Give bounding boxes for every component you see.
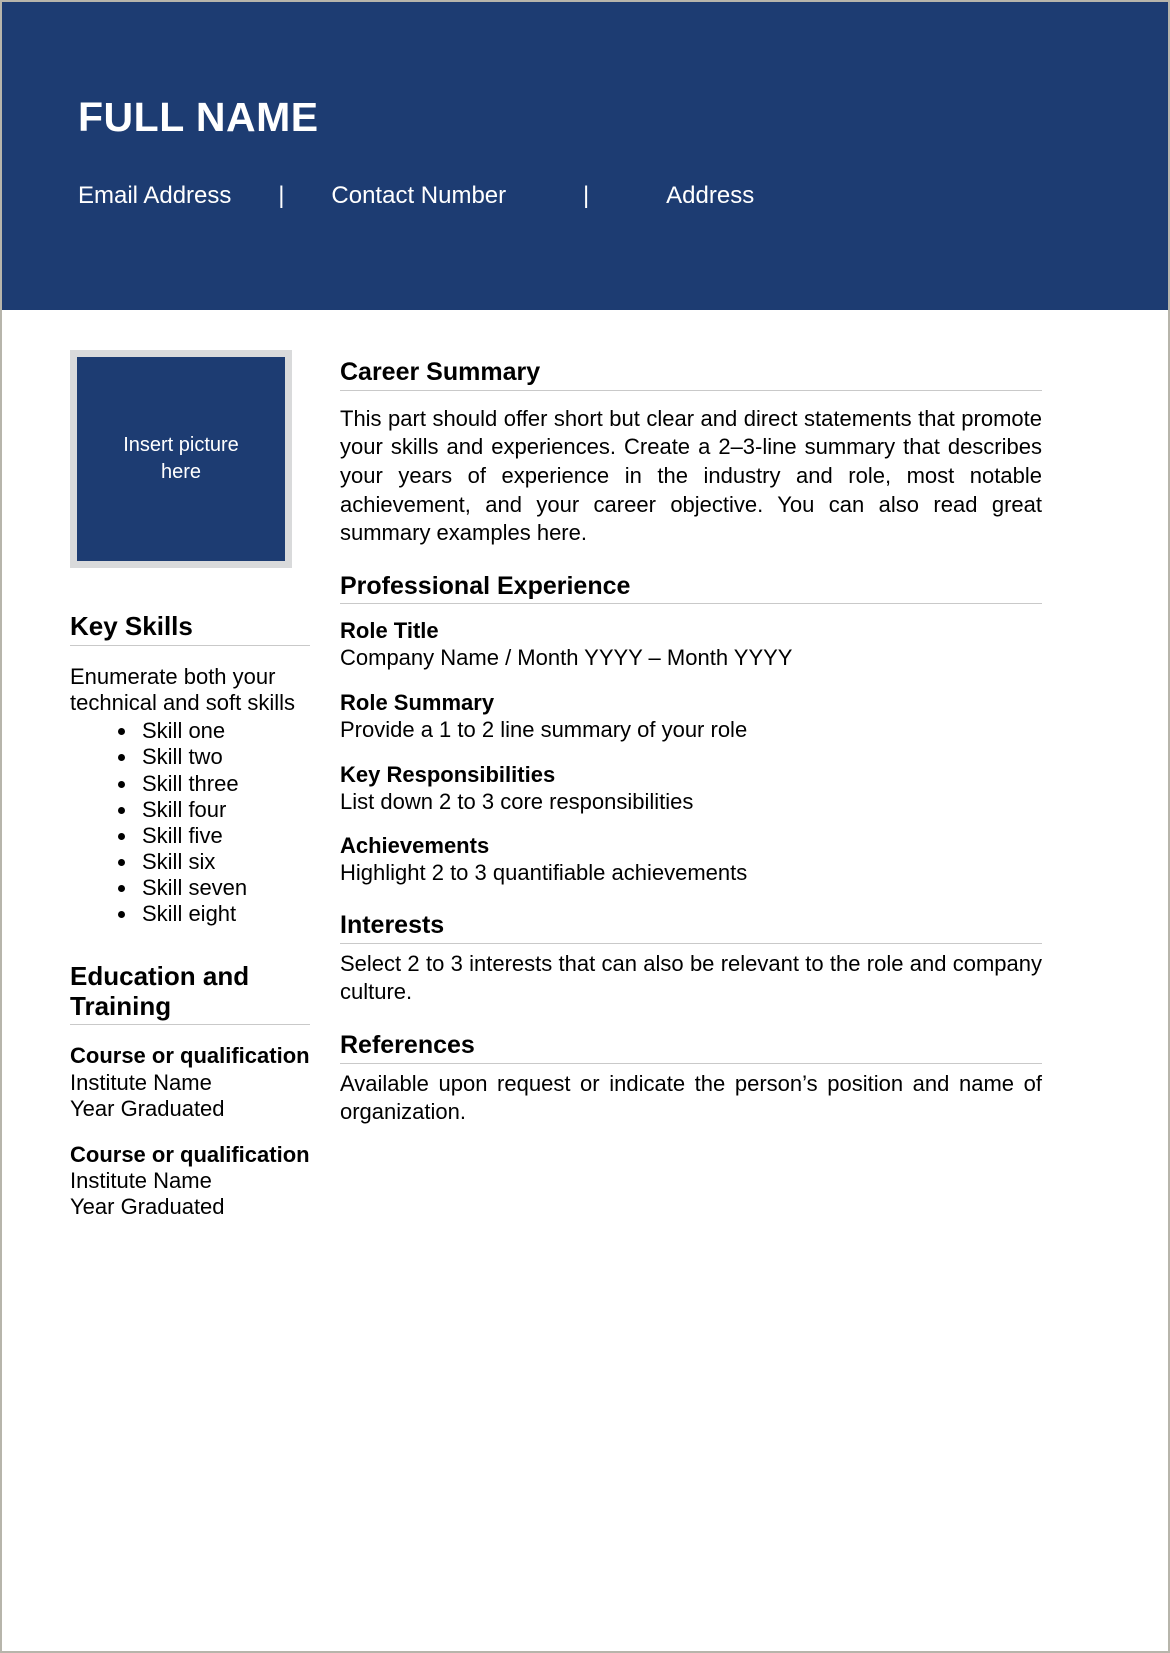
references-body: Available upon request or indicate the p… [340,1070,1042,1125]
email-address-placeholder: Email Address [78,182,232,209]
experience-block-title: Achievements [340,833,490,859]
section-career-summary: Career Summary This part should offer sh… [340,358,1042,548]
experience-block-title: Role Title [340,618,439,644]
list-item: Skill one [138,718,310,744]
interests-body: Select 2 to 3 interests that can also be… [340,950,1042,1005]
photo-label-line-2: here [160,461,201,483]
contact-line: Email Address | Contact Number | Address [78,184,754,208]
list-item: Skill four [138,797,310,823]
list-item: Skill eight [138,901,310,927]
experience-block: Key Responsibilities List down 2 to 3 co… [340,762,1042,816]
resume-page: FULL NAME Email Address | Contact Number | A… [0,0,1170,1653]
professional-experience-heading: Professional Experience [340,572,1042,605]
list-item: Skill three [138,771,310,797]
list-item: Skill two [138,744,310,770]
page-title: FULL NAME [78,94,319,140]
education-course: Course or qualifica­tion [70,1141,310,1167]
section-professional-experience: Professional Experience Role Title Compa… [340,572,1042,887]
key-skills-list: Skill one Skill two Skill three Skill fo… [70,718,310,927]
experience-block-text: Highlight 2 to 3 quantifiable achievemen… [340,860,748,886]
experience-block-title: Key Responsibilities [340,761,556,787]
section-key-skills: Key Skills Enumerate both your technical… [70,611,310,928]
resume-body: Insert picture here Key Skills Enumerate… [2,310,1168,1651]
education-year: Year Graduated [70,1194,225,1220]
career-summary-heading: Career Summary [340,358,1042,391]
experience-block-text: Company Name / Month YYYY – Month YYYY [340,645,793,671]
education-institute: Institute Name [70,1069,212,1095]
education-entry: Course or qualifica­tion Institute Name … [70,1142,310,1221]
section-education-training: Education and Training Course or qualifi… [70,961,310,1221]
interests-heading: Interests [340,911,1042,944]
career-summary-body: This part should offer short but clear a… [340,405,1042,546]
contact-number-placeholder: Contact Number [331,182,507,209]
education-institute: Institute Name [70,1168,212,1194]
section-interests: Interests Select 2 to 3 interests that c… [340,911,1042,1007]
references-heading: References [340,1031,1042,1064]
experience-block: Role Title Company Name / Month YYYY – M… [340,618,1042,672]
photo-label-line-1: Insert picture [123,434,239,456]
education-heading: Education and Training [70,961,310,1026]
right-column: Career Summary This part should offer sh… [340,358,1042,1127]
photo-placeholder[interactable]: Insert picture here [70,350,292,568]
photo-placeholder-label: Insert picture here [123,432,239,486]
key-skills-intro: Enumerate both your technical and soft s… [70,663,295,716]
section-references: References Available upon request or ind… [340,1031,1042,1127]
address-placeholder: Address [666,182,755,209]
list-item: Skill seven [138,875,310,901]
experience-block: Role Summary Provide a 1 to 2 line summa… [340,690,1042,744]
experience-block-text: List down 2 to 3 core responsibilities [340,788,694,814]
list-item: Skill six [138,849,310,875]
education-year: Year Graduated [70,1095,225,1121]
education-entry: Course or qualifica­tion Institute Name … [70,1043,310,1122]
left-column: Insert picture here Key Skills Enumerate… [70,350,310,1220]
list-item: Skill five [138,823,310,849]
header-banner: FULL NAME Email Address | Contact Number | A… [2,2,1168,310]
experience-block-title: Role Summary [340,690,495,716]
experience-block: Achievements Highlight 2 to 3 quantifiab… [340,833,1042,887]
education-course: Course or qualifica­tion [70,1043,310,1069]
contact-separator-1: | [278,182,285,209]
experience-block-text: Provide a 1 to 2 line summary of your ro… [340,716,748,742]
contact-separator-2: | [583,182,590,209]
key-skills-heading: Key Skills [70,611,310,646]
